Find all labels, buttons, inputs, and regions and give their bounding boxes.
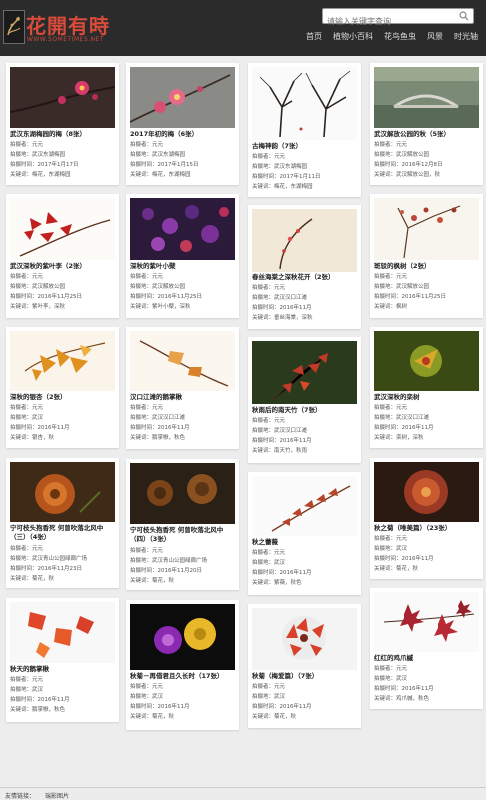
gallery-card[interactable]: 宁可枝头抱香死 何曾吹落北风中（四）（3张） 拍摄者：元元 拍摄地：武汉青山公园… xyxy=(126,459,239,590)
card-meta: 拍摄者：元元 拍摄地：武汉 拍摄时间：2016年11月 关键词：菊花，秋 xyxy=(252,684,312,720)
photo-chrysanthemum-beauty[interactable] xyxy=(374,462,479,522)
friend-links-label: 友情链接： xyxy=(5,793,36,800)
photo-crabapple[interactable] xyxy=(252,209,357,272)
card-meta: 拍摄者：元元 拍摄地：武汉解放公园 拍摄时间：2016年12月8日 关键词：武汉… xyxy=(374,142,443,178)
gallery-card[interactable]: 深秋的银杏（2张） 拍摄者：元元 拍摄地：武汉 拍摄时间：2016年11月 关键… xyxy=(6,327,119,448)
photo-hankou-tulip-tree[interactable] xyxy=(130,331,235,391)
gallery-card[interactable]: 宁可枝头抱香死 何曾吹落北风中（三）（4张） 拍摄者：元元 拍摄地：武汉青山公园… xyxy=(6,458,119,588)
card-title[interactable]: 武汉解放公园的秋（5张） xyxy=(374,130,480,139)
photo-ginkgo[interactable] xyxy=(10,331,115,391)
photo-withered-chrysanthemum[interactable] xyxy=(130,463,235,524)
photo-purple-plum-leaves[interactable] xyxy=(10,198,115,260)
card-meta: 拍摄者：元元 拍摄地：武汉解放公园 拍摄时间：2016年11月25日 关键词：紫… xyxy=(10,274,83,310)
card-meta: 拍摄者：元元 拍摄地：武汉汉口江滩 拍摄时间：2016年11月 关键词：垂丝海棠… xyxy=(252,285,313,321)
gallery-card[interactable]: 秋天的鹅掌楸 拍摄者：元元 拍摄地：武汉 拍摄时间：2016年11月 关键词：鹅… xyxy=(6,598,119,722)
card-meta: 拍摄者：元元 拍摄地：武汉汉口江滩 拍摄时间：2016年11月 关键词：栾树，深… xyxy=(374,405,434,441)
card-title[interactable]: 汉口江滩的鹅掌楸 xyxy=(130,393,236,402)
site-header: 花開有時 WWW.SOMETIMES.NET 首页 植物小百科 花鸟鱼虫 风景 … xyxy=(0,0,486,56)
search-icon[interactable] xyxy=(459,11,469,21)
card-meta: 拍摄者：元元 拍摄地：武汉青山公园绿廊广场 拍摄时间：2016年11月23日 关… xyxy=(10,546,88,582)
card-meta: 拍摄者：元元 拍摄地：武汉东湖梅园 拍摄时间：2017年1月15日 关键词：梅花… xyxy=(130,142,199,178)
gallery-card[interactable]: 深秋的紫叶小檗 拍摄者：元元 拍摄地：武汉解放公园 拍摄时间：2016年11月2… xyxy=(126,194,239,318)
photo-plum-blossom[interactable] xyxy=(10,67,115,128)
gallery-card[interactable]: 秋之蕾薇 拍摄者：元元 拍摄地：武汉 拍摄时间：2016年11月 关键词：紫薇，… xyxy=(248,472,361,595)
photo-autumn-chrysanthemum[interactable] xyxy=(130,604,235,670)
site-logo[interactable] xyxy=(3,10,25,44)
photo-chrysanthemum[interactable] xyxy=(10,462,115,522)
card-meta: 拍摄者：元元 拍摄地：武汉青山公园绿廊广场 拍摄时间：2016年11月20日 关… xyxy=(130,548,208,584)
gallery-card[interactable]: 秋菊－再借君且久长时（17张） 拍摄者：元元 拍摄地：武汉 拍摄时间：2016年… xyxy=(126,600,239,730)
photo-ancient-plum[interactable] xyxy=(252,67,357,140)
card-title[interactable]: 斑驳的枫树（2张） xyxy=(374,262,480,271)
photo-jiefang-park[interactable] xyxy=(374,67,479,128)
card-title[interactable]: 古梅神韵（7张） xyxy=(252,142,358,151)
site-name[interactable]: 花開有時 xyxy=(26,10,110,39)
gallery-card[interactable]: 红红的鸡爪槭 拍摄者：元元 拍摄地：武汉 拍摄时间：2016年11月 关键词：鸡… xyxy=(370,588,483,709)
photo-japanese-maple[interactable] xyxy=(374,592,479,652)
site-footer: 友情链接： 瑞影图片 xyxy=(0,787,486,800)
gallery-card[interactable]: 古梅神韵（7张） 拍摄者：元元 拍摄地：武汉东湖梅园 拍摄时间：2017年1月1… xyxy=(248,63,361,197)
nav-timeline[interactable]: 时光轴 xyxy=(454,31,478,42)
gallery-card[interactable]: 春丝海棠之深秋花开（2张） 拍摄者：元元 拍摄地：武汉汉口江滩 拍摄时间：201… xyxy=(248,205,361,329)
site-url: WWW.SOMETIMES.NET xyxy=(27,36,105,43)
card-title[interactable]: 2017年初的梅（6张） xyxy=(130,130,236,139)
photo-golden-rain-tree[interactable] xyxy=(374,331,479,391)
card-title[interactable]: 红红的鸡爪槭 xyxy=(374,654,480,663)
gallery-card[interactable]: 武汉深秋的紫叶李（2张） 拍摄者：元元 拍摄地：武汉解放公园 拍摄时间：2016… xyxy=(6,194,119,318)
card-meta: 拍摄者：元元 拍摄地：武汉解放公园 拍摄时间：2016年11月25日 关键词：枫… xyxy=(374,274,447,310)
card-meta: 拍摄者：元元 拍摄地：武汉东湖梅园 拍摄时间：2017年1月17日 关键词：梅花… xyxy=(10,142,79,178)
card-title[interactable]: 武汉东湖梅园的梅（8张） xyxy=(10,130,116,139)
gallery-card[interactable]: 2017年初的梅（6张） 拍摄者：元元 拍摄地：武汉东湖梅园 拍摄时间：2017… xyxy=(126,63,239,185)
card-meta: 拍摄者：元元 拍摄地：武汉 拍摄时间：2016年11月 关键词：鹅掌楸，秋色 xyxy=(10,677,70,713)
card-title[interactable]: 深秋的银杏（2张） xyxy=(10,393,116,402)
logo-mark-icon xyxy=(7,16,21,36)
card-meta: 拍摄者：元元 拍摄地：武汉汉口江滩 拍摄时间：2016年11月 关键词：南天竹，… xyxy=(252,418,312,454)
card-title[interactable]: 秋天的鹅掌楸 xyxy=(10,665,116,674)
card-title[interactable]: 秋菊（梅爱篇）（7张） xyxy=(252,672,358,681)
gallery-card[interactable]: 武汉解放公园的秋（5张） 拍摄者：元元 拍摄地：武汉解放公园 拍摄时间：2016… xyxy=(370,63,483,185)
photo-nandina[interactable] xyxy=(252,341,357,404)
photo-plum-early-2017[interactable] xyxy=(130,67,235,128)
card-meta: 拍摄者：元元 拍摄地：武汉 拍摄时间：2016年11月 关键词：紫薇，秋色 xyxy=(252,550,312,586)
card-title[interactable]: 秋菊－再借君且久长时（17张） xyxy=(130,672,236,681)
card-meta: 拍摄者：元元 拍摄地：武汉 拍摄时间：2016年11月 关键词：鸡爪槭，秋色 xyxy=(374,666,434,702)
photo-maple-tree[interactable] xyxy=(374,198,479,260)
friend-link[interactable]: 瑞影图片 xyxy=(45,793,69,800)
card-title[interactable]: 秋雨后的南天竹（7张） xyxy=(252,406,358,415)
nav-home[interactable]: 首页 xyxy=(306,31,322,42)
nav-plant-encyclopedia[interactable]: 植物小百科 xyxy=(333,31,373,42)
card-title[interactable]: 武汉深秋的紫叶李（2张） xyxy=(10,262,116,271)
main-nav: 首页 植物小百科 花鸟鱼虫 风景 时光轴 xyxy=(306,31,478,42)
card-meta: 拍摄者：元元 拍摄地：武汉 拍摄时间：2016年11月 关键词：菊花，秋 xyxy=(374,536,434,572)
search-input[interactable] xyxy=(323,14,453,29)
gallery-card[interactable]: 汉口江滩的鹅掌楸 拍摄者：元元 拍摄地：武汉汉口江滩 拍摄时间：2016年11月… xyxy=(126,327,239,449)
card-meta: 拍摄者：元元 拍摄地：武汉东湖梅园 拍摄时间：2017年1月11日 关键词：梅花… xyxy=(252,154,321,190)
card-meta: 拍摄者：元元 拍摄地：武汉 拍摄时间：2016年11月 关键词：菊花，秋 xyxy=(130,684,190,720)
gallery-card[interactable]: 武汉东湖梅园的梅（8张） 拍摄者：元元 拍摄地：武汉东湖梅园 拍摄时间：2017… xyxy=(6,63,119,185)
card-title[interactable]: 宁可枝头抱香死 何曾吹落北风中（四）（3张） xyxy=(130,526,236,544)
gallery-card[interactable]: 秋菊（梅爱篇）（7张） 拍摄者：元元 拍摄地：武汉 拍摄时间：2016年11月 … xyxy=(248,604,361,728)
photo-tulip-tree-leaves[interactable] xyxy=(10,602,115,663)
card-meta: 拍摄者：元元 拍摄地：武汉汉口江滩 拍摄时间：2016年11月 关键词：鹅掌楸，… xyxy=(130,405,190,441)
gallery-card[interactable]: 秋之菊（唯美篇）（23张） 拍摄者：元元 拍摄地：武汉 拍摄时间：2016年11… xyxy=(370,458,483,579)
card-title[interactable]: 秋之蕾薇 xyxy=(252,538,358,547)
nav-scenery[interactable]: 风景 xyxy=(427,31,443,42)
nav-flowers-birds[interactable]: 花鸟鱼虫 xyxy=(384,31,416,42)
gallery-card[interactable]: 武汉深秋的栾树 拍摄者：元元 拍摄地：武汉汉口江滩 拍摄时间：2016年11月 … xyxy=(370,327,483,448)
card-title[interactable]: 秋之菊（唯美篇）（23张） xyxy=(374,524,480,533)
card-meta: 拍摄者：元元 拍摄地：武汉解放公园 拍摄时间：2016年11月25日 关键词：紫… xyxy=(130,274,203,310)
card-meta: 拍摄者：元元 拍摄地：武汉 拍摄时间：2016年11月 关键词：银杏，秋 xyxy=(10,405,70,441)
card-title[interactable]: 深秋的紫叶小檗 xyxy=(130,262,236,271)
search-box xyxy=(322,8,474,29)
card-title[interactable]: 春丝海棠之深秋花开（2张） xyxy=(252,273,358,282)
gallery-card[interactable]: 斑驳的枫树（2张） 拍摄者：元元 拍摄地：武汉解放公园 拍摄时间：2016年11… xyxy=(370,194,483,318)
photo-crape-myrtle[interactable] xyxy=(252,476,357,536)
photo-chrysanthemum-love[interactable] xyxy=(252,608,357,670)
photo-purple-barberry[interactable] xyxy=(130,198,235,260)
card-title[interactable]: 宁可枝头抱香死 何曾吹落北风中（三）（4张） xyxy=(10,524,116,542)
gallery-card[interactable]: 秋雨后的南天竹（7张） 拍摄者：元元 拍摄地：武汉汉口江滩 拍摄时间：2016年… xyxy=(248,337,361,463)
card-title[interactable]: 武汉深秋的栾树 xyxy=(374,393,480,402)
